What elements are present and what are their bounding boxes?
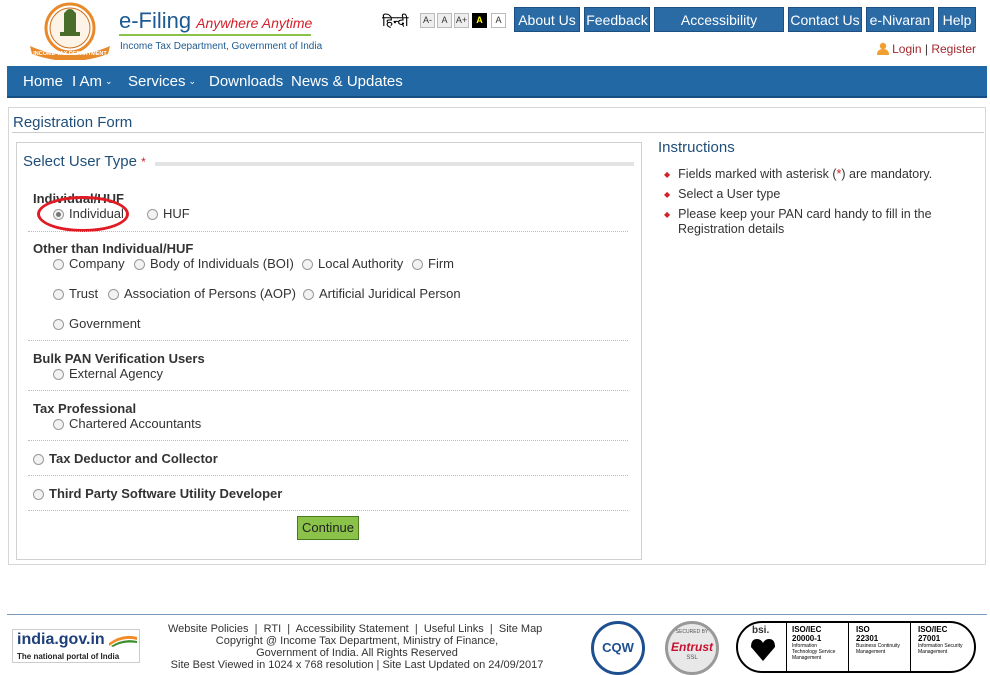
fieldset-legend: Select User Type * bbox=[23, 153, 146, 170]
nav-services[interactable]: Services ⌄ bbox=[128, 73, 196, 90]
continue-button[interactable]: Continue bbox=[297, 516, 359, 540]
chevron-down-icon: ⌄ bbox=[105, 76, 113, 86]
bullet-icon: ◆ bbox=[664, 190, 671, 199]
bsi-iso-certifications: bsi. ISO/IEC 20000-1 Information Technolog… bbox=[736, 621, 976, 673]
group-label-other: Other than Individual/HUF bbox=[33, 241, 194, 256]
register-link[interactable]: Register bbox=[931, 42, 976, 56]
footer-link-accessibility-statement[interactable]: Accessibility Statement bbox=[296, 623, 409, 635]
radio-button[interactable] bbox=[108, 289, 119, 300]
bullet-icon: ◆ bbox=[664, 210, 671, 219]
iso-27001-badge: ISO/IEC 27001 Information Security Managem… bbox=[918, 625, 963, 655]
radio-button[interactable] bbox=[53, 289, 64, 300]
brand-title: e-Filing Anywhere Anytime bbox=[119, 8, 312, 34]
flag-swoosh-icon bbox=[109, 635, 137, 647]
radio-button[interactable] bbox=[53, 259, 64, 270]
footer-link-website-policies[interactable]: Website Policies bbox=[168, 623, 249, 635]
nav-downloads[interactable]: Downloads bbox=[209, 73, 283, 90]
india-gov-logo[interactable]: india.gov.in The national portal of Indi… bbox=[12, 629, 140, 663]
legend-rule bbox=[155, 162, 634, 166]
high-contrast-button[interactable]: A bbox=[472, 13, 487, 28]
login-separator: | bbox=[924, 42, 928, 56]
radio-government[interactable]: Government bbox=[53, 316, 141, 331]
radio-firm[interactable]: Firm bbox=[412, 256, 454, 271]
font-normal-button[interactable]: A bbox=[437, 13, 452, 28]
chevron-down-icon: ⌄ bbox=[188, 76, 197, 86]
group-divider bbox=[28, 510, 628, 511]
instruction-item: ◆ Fields marked with asterisk (*) are man… bbox=[664, 167, 933, 181]
bullet-icon: ◆ bbox=[664, 170, 671, 179]
red-annotation-circle bbox=[37, 196, 129, 232]
footer-divider bbox=[7, 614, 987, 615]
nav-news-updates[interactable]: News & Updates bbox=[291, 73, 403, 90]
e-nivaran-button[interactable]: e-Nivaran bbox=[866, 7, 934, 32]
cqw-seal-icon: CQW bbox=[591, 621, 645, 675]
group-divider bbox=[28, 475, 628, 476]
radio-aop[interactable]: Association of Persons (AOP) bbox=[108, 286, 296, 301]
entrust-ssl-seal-icon: SECURED BY Entrust SSL bbox=[665, 621, 719, 675]
user-icon bbox=[876, 42, 889, 55]
footer-link-site-map[interactable]: Site Map bbox=[499, 623, 542, 635]
radio-local-authority[interactable]: Local Authority bbox=[302, 256, 403, 271]
radio-button[interactable] bbox=[53, 319, 64, 330]
form-title-divider bbox=[12, 132, 984, 133]
radio-third-party-developer[interactable]: Third Party Software Utility Developer bbox=[33, 486, 282, 501]
radio-trust[interactable]: Trust bbox=[53, 286, 98, 301]
group-divider bbox=[28, 440, 628, 441]
radio-chartered-accountants[interactable]: Chartered Accountants bbox=[53, 416, 201, 431]
instruction-item: ◆ Select a User type bbox=[664, 187, 781, 201]
font-decrease-button[interactable]: A- bbox=[420, 13, 435, 28]
iso-22301-badge: ISO 22301 Business Continuity Management bbox=[856, 625, 900, 655]
radio-button[interactable] bbox=[33, 489, 44, 500]
radio-button[interactable] bbox=[33, 454, 44, 465]
group-label-tax-professional: Tax Professional bbox=[33, 401, 137, 416]
required-asterisk: * bbox=[141, 155, 146, 169]
radio-company[interactable]: Company bbox=[53, 256, 125, 271]
brand-subtitle: Income Tax Department, Government of Ind… bbox=[120, 41, 323, 52]
font-increase-button[interactable]: A+ bbox=[454, 13, 469, 28]
nav-i-am[interactable]: I Am ⌄ bbox=[72, 73, 113, 90]
brand-name: e-Filing bbox=[119, 8, 192, 33]
radio-boi[interactable]: Body of Individuals (BOI) bbox=[134, 256, 294, 271]
radio-button[interactable] bbox=[303, 289, 314, 300]
kitemark-heart-icon bbox=[751, 639, 775, 661]
svg-text:INCOME TAX DEPARTMENT: INCOME TAX DEPARTMENT bbox=[33, 51, 107, 57]
radio-button[interactable] bbox=[412, 259, 423, 270]
group-divider bbox=[28, 340, 628, 341]
login-register-row: Login | Register bbox=[876, 42, 976, 56]
radio-button[interactable] bbox=[302, 259, 313, 270]
radio-artificial-juridical-person[interactable]: Artificial Juridical Person bbox=[303, 286, 461, 301]
footer-links: Website Policies | RTI | Accessibility S… bbox=[168, 623, 543, 635]
radio-external-agency[interactable]: External Agency bbox=[53, 366, 163, 381]
radio-button[interactable] bbox=[53, 419, 64, 430]
brand-tagline: Anywhere Anytime bbox=[196, 15, 313, 31]
radio-huf[interactable]: HUF bbox=[147, 206, 190, 221]
login-link[interactable]: Login bbox=[892, 42, 921, 56]
nav-home[interactable]: Home bbox=[23, 73, 63, 90]
contact-us-button[interactable]: Contact Us bbox=[788, 7, 862, 32]
about-us-button[interactable]: About Us bbox=[514, 7, 580, 32]
radio-button[interactable] bbox=[53, 369, 64, 380]
footer-link-rti[interactable]: RTI bbox=[264, 623, 282, 635]
iso-20000-badge: ISO/IEC 20000-1 Information Technology Ser… bbox=[792, 625, 836, 661]
brand-underline bbox=[119, 34, 311, 36]
footer-link-useful-links[interactable]: Useful Links bbox=[424, 623, 484, 635]
radio-tax-deductor-collector[interactable]: Tax Deductor and Collector bbox=[33, 451, 218, 466]
help-button[interactable]: Help bbox=[938, 7, 976, 32]
form-title: Registration Form bbox=[13, 114, 133, 131]
feedback-button[interactable]: Feedback bbox=[584, 7, 650, 32]
accessibility-options-button[interactable]: Accessibility Options bbox=[654, 7, 784, 53]
income-tax-emblem-logo: INCOME TAX DEPARTMENT bbox=[30, 2, 110, 60]
group-divider bbox=[28, 231, 628, 232]
radio-button[interactable] bbox=[134, 259, 145, 270]
group-divider bbox=[28, 390, 628, 391]
instructions-title: Instructions bbox=[658, 139, 735, 156]
instruction-item: ◆ Please keep your PAN card handy to fill… bbox=[664, 207, 932, 236]
normal-contrast-button[interactable]: A bbox=[491, 13, 506, 28]
group-label-bulk-pan: Bulk PAN Verification Users bbox=[33, 351, 205, 366]
language-hindi-link[interactable]: हिन्दी bbox=[382, 12, 408, 31]
radio-button[interactable] bbox=[147, 209, 158, 220]
